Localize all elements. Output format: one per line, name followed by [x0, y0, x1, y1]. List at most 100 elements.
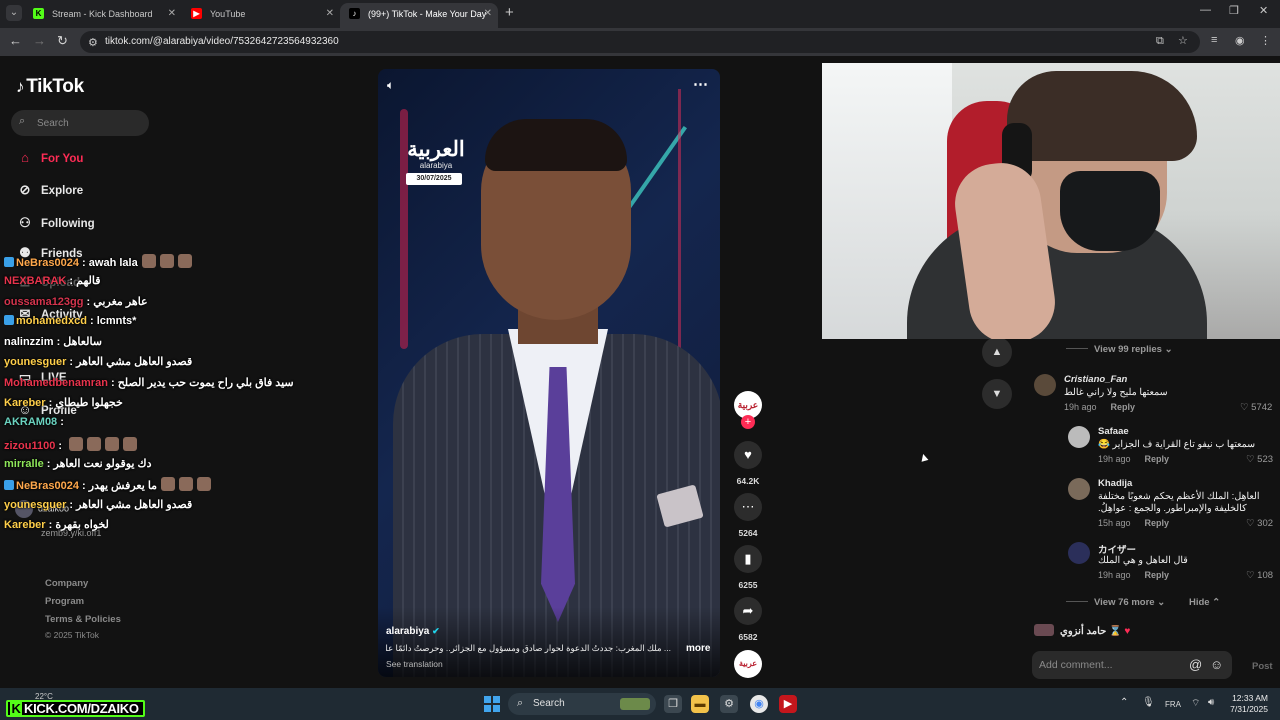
chat-message: mirralle : دك يوقولو نعت العاهر	[4, 457, 294, 477]
close-tab-icon[interactable]: ✕	[326, 3, 334, 25]
avatar[interactable]	[1068, 478, 1090, 500]
search-box[interactable]: ⌕	[11, 110, 149, 136]
comment-user[interactable]: Khadija	[1098, 478, 1132, 489]
tray-overflow-icon[interactable]: ⌃	[1120, 697, 1128, 708]
reload-icon[interactable]: ↻	[57, 33, 68, 49]
minimize-icon[interactable]: —	[1200, 4, 1211, 16]
chat-message: Kareber : لخواه بقهرة	[4, 518, 294, 538]
reply-button[interactable]: Reply	[1111, 402, 1136, 412]
volume-icon[interactable]: 🔈︎	[387, 78, 394, 93]
taskbar-search[interactable]: ⌕ Search	[508, 693, 656, 715]
chat-emote-icon	[87, 436, 102, 451]
chat-text: قصدو العاهل مشي العاهر	[76, 356, 193, 369]
site-info-icon[interactable]: ⚙	[88, 36, 98, 49]
previous-video-button[interactable]: ▲	[982, 337, 1012, 367]
comment-user[interactable]: カイザー	[1098, 542, 1136, 556]
avatar[interactable]	[1034, 624, 1054, 636]
file-explorer-icon[interactable]: ▬	[691, 695, 709, 713]
view-more-replies-button[interactable]: View 76 more ⌄	[1066, 597, 1165, 608]
close-tab-icon[interactable]: ✕	[484, 3, 492, 25]
sidebar-item-for-you[interactable]: ⌂ For You	[15, 150, 83, 172]
chat-username: Mohamedbenamran	[4, 376, 108, 389]
chrome-icon[interactable]: ◉	[750, 695, 768, 713]
media-control-icon[interactable]: ≡	[1211, 34, 1217, 46]
tiktok-logo[interactable]: ♪ TikTok	[16, 76, 84, 98]
search-input[interactable]	[37, 114, 142, 132]
mention-icon[interactable]: @	[1189, 657, 1202, 672]
comment-like-button[interactable]: ♡ 108	[1246, 570, 1273, 581]
follow-plus-icon[interactable]: +	[741, 415, 755, 429]
video-author[interactable]: alarabiya ✔	[386, 626, 440, 637]
post-comment-button[interactable]: Post	[1252, 661, 1273, 672]
view-replies-button[interactable]: View 99 replies ⌄	[1066, 344, 1173, 355]
avatar[interactable]	[1068, 426, 1090, 448]
system-clock[interactable]: 12:33 AM 7/31/2025	[1228, 693, 1268, 715]
microphone-icon[interactable]: 🎙︎	[1142, 697, 1155, 708]
like-button[interactable]: ♥	[734, 441, 762, 469]
tab-tiktok[interactable]: ♪ (99+) TikTok - Make Your Day ✕	[340, 3, 498, 28]
next-video-button[interactable]: ▼	[982, 379, 1012, 409]
close-tab-icon[interactable]: ✕	[168, 3, 176, 25]
comment-input[interactable]	[1039, 656, 1179, 674]
account-icon[interactable]: ◉	[1235, 34, 1245, 47]
windows-start-icon[interactable]	[484, 696, 500, 712]
comment-like-button[interactable]: ♡ 5742	[1240, 402, 1272, 413]
caption-more-button[interactable]: more	[686, 643, 710, 654]
menu-dots-icon[interactable]: ⋮	[1260, 34, 1271, 47]
comment-button[interactable]: ⋯	[734, 493, 762, 521]
comment-user[interactable]: حامد أنزوي ⌛	[1060, 626, 1122, 637]
channel-date: 30/07/2025	[406, 173, 462, 185]
media-app-icon[interactable]: ▶	[779, 695, 797, 713]
task-view-icon[interactable]: ❐	[664, 695, 682, 713]
hide-replies-button[interactable]: Hide ⌃	[1189, 597, 1220, 608]
comment-like-button[interactable]: ♡ 523	[1246, 454, 1273, 465]
sidebar-item-explore[interactable]: ⊘ Explore	[15, 182, 84, 204]
restore-icon[interactable]: ❐	[1229, 4, 1239, 17]
view-replies-label: View 99 replies	[1094, 344, 1162, 355]
chat-message: AKRAM08 :	[4, 416, 294, 436]
bookmark-star-icon[interactable]: ☆	[1178, 34, 1188, 47]
comment-user[interactable]: Cristiano_Fan	[1064, 374, 1127, 385]
avatar[interactable]	[1068, 542, 1090, 564]
see-translation-link[interactable]: See translation	[386, 659, 443, 669]
address-bar[interactable]: ⚙ tiktok.com/@alarabiya/video/7532642723…	[80, 31, 1200, 53]
kick-banner-text: KICK.COM/DZAIKO	[24, 701, 139, 716]
browser-toolbar: ← → ↻ ⚙ tiktok.com/@alarabiya/video/7532…	[0, 28, 1280, 56]
sidebar-item-following[interactable]: ⚇ Following	[15, 215, 94, 237]
footer-program-link[interactable]: Program	[45, 596, 84, 607]
back-icon[interactable]: ←	[9, 33, 22, 48]
forward-icon[interactable]: →	[33, 33, 46, 48]
tab-kick-dashboard[interactable]: K Stream - Kick Dashboard ✕	[24, 3, 182, 28]
music-disc[interactable]: عربية	[734, 650, 762, 678]
reply-button[interactable]: Reply	[1145, 454, 1170, 464]
install-app-icon[interactable]: ⧉	[1156, 35, 1164, 48]
footer-company-link[interactable]: Company	[45, 578, 88, 589]
tab-youtube[interactable]: ▶ YouTube ✕	[182, 3, 340, 28]
close-window-icon[interactable]: ✕	[1259, 4, 1268, 17]
reply-button[interactable]: Reply	[1145, 518, 1170, 528]
emoji-icon[interactable]: ☺	[1210, 657, 1223, 672]
mouse-cursor-icon: ▲	[916, 448, 932, 466]
chevron-down-icon: ⌄	[1157, 597, 1166, 608]
new-tab-button[interactable]: +	[505, 4, 514, 21]
save-button[interactable]: ▮	[734, 545, 762, 573]
chat-separator: :	[43, 457, 54, 470]
url-text: tiktok.com/@alarabiya/video/753264272356…	[105, 36, 339, 47]
chat-text: سيد فاق بلي راح يموت حب يدير الصلح	[117, 376, 294, 389]
comment-user[interactable]: Safaae	[1098, 426, 1129, 437]
avatar[interactable]	[1034, 374, 1056, 396]
chat-username: oussama123gg	[4, 295, 84, 308]
add-comment-box[interactable]: @ ☺	[1032, 651, 1232, 679]
video-player[interactable]: العربية alarabiya 30/07/2025 🔈︎ ⋯ alarab…	[378, 69, 720, 677]
comment-icon: ⋯	[741, 499, 755, 514]
network-icon[interactable]: ⌔	[1191, 697, 1200, 710]
reply-button[interactable]: Reply	[1145, 570, 1170, 580]
tab-list-button[interactable]: ⌄	[6, 5, 22, 21]
more-options-icon[interactable]: ⋯	[693, 75, 708, 93]
comment-like-button[interactable]: ♡ 302	[1246, 518, 1273, 529]
volume-icon[interactable]: 🔊︎	[1208, 697, 1214, 708]
input-language[interactable]: FRA	[1165, 700, 1181, 709]
share-button[interactable]: ➦	[734, 597, 762, 625]
settings-gear-icon[interactable]: ⚙	[720, 695, 738, 713]
footer-terms-link[interactable]: Terms & Policies	[45, 614, 121, 625]
